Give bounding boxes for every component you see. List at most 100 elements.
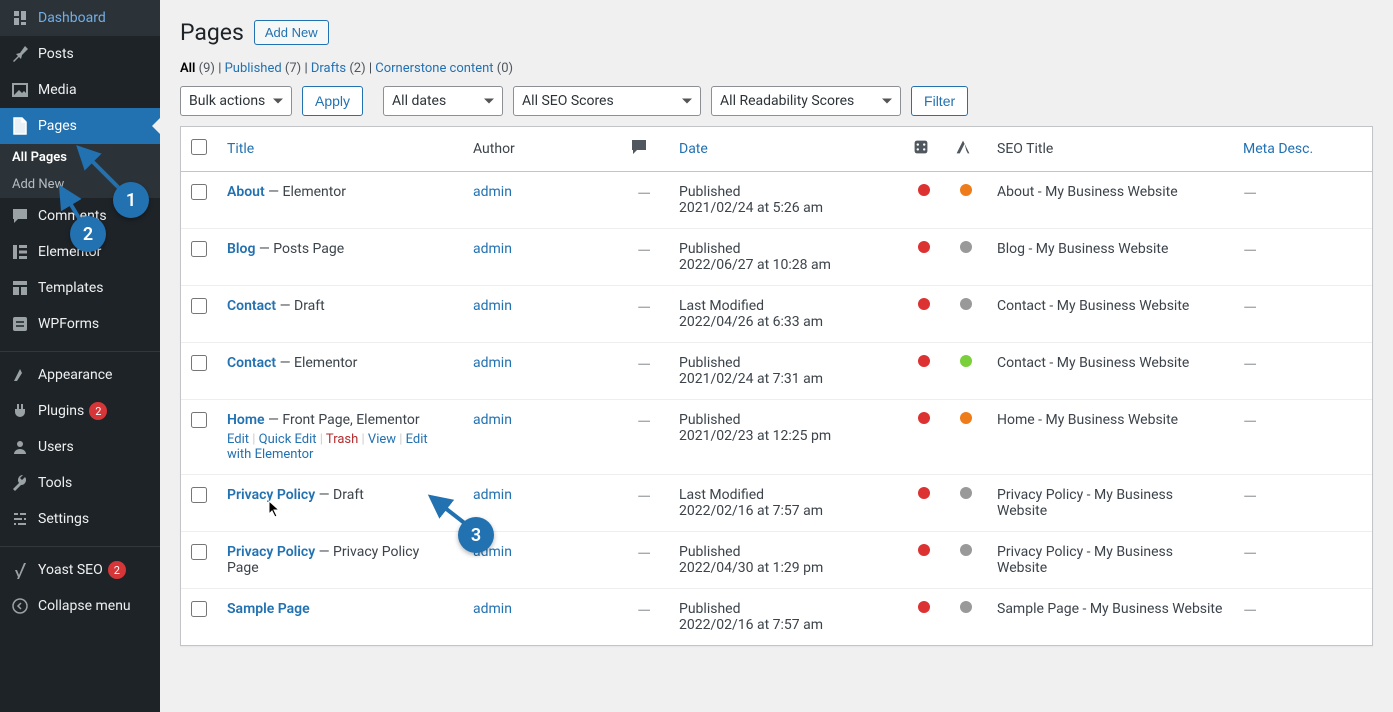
- page-title-link[interactable]: About: [227, 184, 265, 200]
- readability-select[interactable]: All Readability Scores: [711, 86, 901, 116]
- author-link[interactable]: admin: [473, 241, 512, 257]
- page-title-link[interactable]: Privacy Policy: [227, 544, 315, 560]
- update-badge: 2: [89, 402, 107, 420]
- row-checkbox[interactable]: [191, 184, 207, 200]
- seo-score-dot: [918, 241, 930, 253]
- author-link[interactable]: admin: [473, 184, 512, 200]
- page-title-link[interactable]: Blog: [227, 241, 255, 257]
- sidebar-item-templates[interactable]: Templates: [0, 270, 160, 306]
- page-state: — Draft: [276, 298, 325, 314]
- pages-table: Title Author Date SEO Title Meta Desc. A…: [180, 126, 1373, 646]
- bulk-actions-select[interactable]: Bulk actions: [180, 86, 292, 116]
- date-value: 2022/02/16 at 7:57 am: [679, 503, 893, 519]
- trash-link[interactable]: Trash: [326, 432, 358, 447]
- sidebar-item-appearance[interactable]: Appearance: [0, 357, 160, 393]
- quick-edit-link[interactable]: Quick Edit: [259, 432, 317, 447]
- row-checkbox[interactable]: [191, 412, 207, 428]
- col-author-header: Author: [463, 127, 619, 172]
- view-link[interactable]: View: [368, 432, 396, 447]
- page-state: — Elementor: [265, 184, 346, 200]
- row-checkbox[interactable]: [191, 601, 207, 617]
- readability-dot: [960, 355, 972, 367]
- sidebar-item-plugins[interactable]: Plugins2: [0, 393, 160, 429]
- seo-score-dot: [918, 601, 930, 613]
- date-status: Last Modified: [679, 487, 893, 503]
- seo-scores-select[interactable]: All SEO Scores: [513, 86, 701, 116]
- date-status: Published: [679, 412, 893, 428]
- col-seo-title-header: SEO Title: [987, 127, 1233, 172]
- date-value: 2021/02/23 at 12:25 pm: [679, 428, 893, 444]
- row-checkbox[interactable]: [191, 298, 207, 314]
- sidebar-item-pages[interactable]: Pages: [0, 108, 160, 144]
- sidebar-item-label: Users: [38, 439, 74, 455]
- page-title-link[interactable]: Contact: [227, 355, 276, 371]
- date-value: 2022/02/16 at 7:57 am: [679, 617, 893, 633]
- date-status: Published: [679, 184, 893, 200]
- add-new-button[interactable]: Add New: [254, 20, 329, 45]
- page-state: — Draft: [315, 487, 364, 503]
- select-all-checkbox[interactable]: [191, 139, 207, 155]
- filter-cornerstone[interactable]: Cornerstone content: [375, 61, 493, 76]
- sidebar-item-collapse-menu[interactable]: Collapse menu: [0, 588, 160, 624]
- author-link[interactable]: admin: [473, 355, 512, 371]
- page-title-link[interactable]: Sample Page: [227, 601, 310, 617]
- col-seo-score-header[interactable]: [903, 127, 945, 172]
- author-link[interactable]: admin: [473, 412, 512, 428]
- seo-score-icon: [913, 139, 929, 155]
- filter-drafts[interactable]: Drafts: [311, 61, 346, 76]
- dates-select[interactable]: All dates: [383, 86, 503, 116]
- seo-title-text: Home - My Business Website: [987, 400, 1233, 475]
- sidebar-item-users[interactable]: Users: [0, 429, 160, 465]
- sidebar-item-dashboard[interactable]: Dashboard: [0, 0, 160, 36]
- sidebar-item-wpforms[interactable]: WPForms: [0, 306, 160, 342]
- author-link[interactable]: admin: [473, 601, 512, 617]
- date-value: 2021/02/24 at 5:26 am: [679, 200, 893, 216]
- sidebar-item-media[interactable]: Media: [0, 72, 160, 108]
- readability-dot: [960, 184, 972, 196]
- no-comments: —: [637, 412, 651, 433]
- col-date-header[interactable]: Date: [669, 127, 903, 172]
- settings-icon: [10, 509, 30, 529]
- row-checkbox[interactable]: [191, 487, 207, 503]
- row-checkbox[interactable]: [191, 355, 207, 371]
- col-meta-desc-header[interactable]: Meta Desc.: [1233, 127, 1372, 172]
- no-meta-desc: —: [1243, 544, 1257, 565]
- page-title: Pages: [180, 19, 244, 46]
- filter-published[interactable]: Published: [225, 61, 282, 76]
- filter-all[interactable]: All: [180, 61, 195, 76]
- page-title-link[interactable]: Home: [227, 412, 265, 428]
- seo-title-text: Contact - My Business Website: [987, 343, 1233, 400]
- col-comments-header[interactable]: [619, 127, 669, 172]
- row-checkbox[interactable]: [191, 241, 207, 257]
- apply-button[interactable]: Apply: [302, 86, 363, 116]
- seo-score-dot: [918, 355, 930, 367]
- seo-title-text: Blog - My Business Website: [987, 229, 1233, 286]
- no-meta-desc: —: [1243, 298, 1257, 319]
- author-link[interactable]: admin: [473, 298, 512, 314]
- sidebar-item-label: Yoast SEO: [38, 562, 103, 578]
- filter-button[interactable]: Filter: [911, 86, 968, 116]
- sidebar-item-settings[interactable]: Settings: [0, 501, 160, 537]
- annotation-badge-1: 1: [113, 182, 149, 218]
- sidebar-item-yoast-seo[interactable]: Yoast SEO2: [0, 552, 160, 588]
- no-comments: —: [637, 487, 651, 508]
- users-icon: [10, 437, 30, 457]
- seo-score-dot: [918, 298, 930, 310]
- sidebar-item-label: WPForms: [38, 316, 99, 332]
- sidebar-item-posts[interactable]: Posts: [0, 36, 160, 72]
- row-checkbox[interactable]: [191, 544, 207, 560]
- page-title-link[interactable]: Privacy Policy: [227, 487, 315, 503]
- col-title-header[interactable]: Title: [217, 127, 463, 172]
- no-comments: —: [637, 298, 651, 319]
- seo-score-dot: [918, 184, 930, 196]
- readability-dot: [960, 412, 972, 424]
- seo-title-text: About - My Business Website: [987, 172, 1233, 229]
- col-readability-header[interactable]: [945, 127, 987, 172]
- table-row: About — Elementoradmin—Published2021/02/…: [181, 172, 1372, 229]
- page-title-link[interactable]: Contact: [227, 298, 276, 314]
- tools-icon: [10, 473, 30, 493]
- sidebar-item-tools[interactable]: Tools: [0, 465, 160, 501]
- no-comments: —: [637, 355, 651, 376]
- edit-link[interactable]: Edit: [227, 432, 249, 447]
- table-row: Contact — Draftadmin—Last Modified2022/0…: [181, 286, 1372, 343]
